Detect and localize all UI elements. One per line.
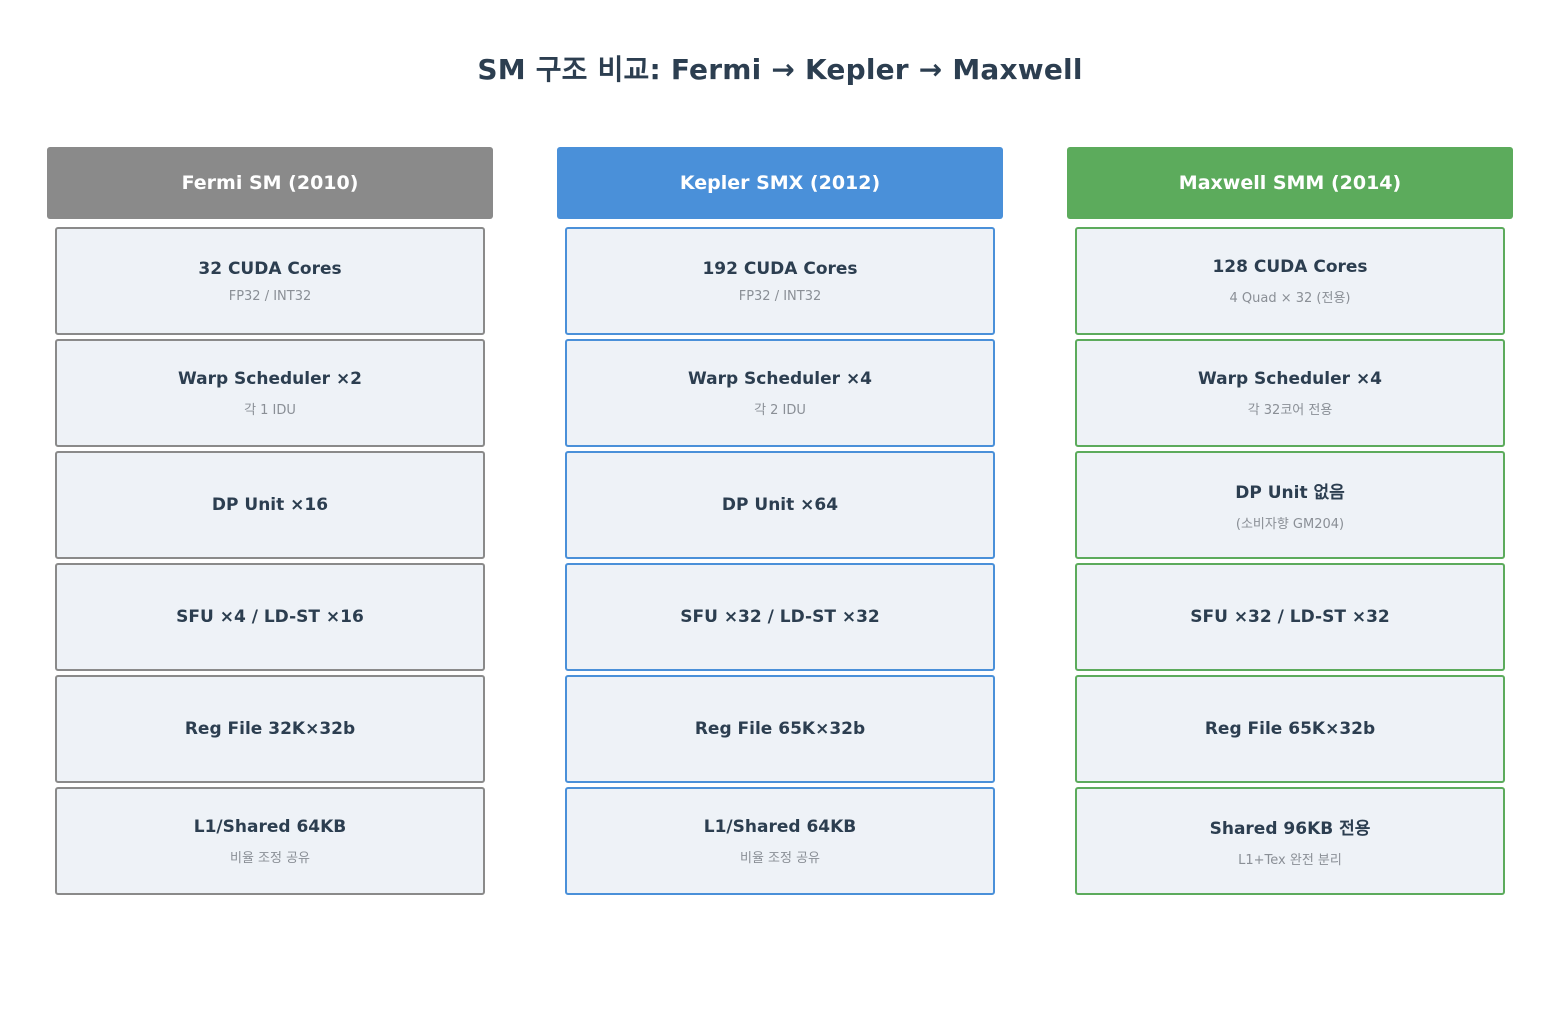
- block-title: Warp Scheduler ×2: [177, 368, 363, 389]
- column-header-fermi: Fermi SM (2010): [47, 147, 493, 219]
- block-sfu-ldst: SFU ×4 / LD-ST ×16: [55, 563, 485, 671]
- block-title: 32 CUDA Cores: [198, 258, 342, 279]
- block-title: DP Unit 없음: [1235, 483, 1345, 503]
- column-maxwell: Maxwell SMM (2014) 128 CUDA Cores 4 Quad…: [1067, 147, 1513, 899]
- block-title: Reg File 65K×32b: [1204, 719, 1376, 739]
- column-kepler: Kepler SMX (2012) 192 CUDA Cores FP32 / …: [557, 147, 1003, 899]
- block-title: SFU ×4 / LD-ST ×16: [176, 607, 364, 627]
- block-shared-memory: L1/Shared 64KB 비율 조정 공유: [55, 787, 485, 895]
- block-subtitle: 각 1 IDU: [244, 402, 296, 418]
- block-subtitle: (소비자향 GM204): [1235, 517, 1345, 532]
- block-title: SFU ×32 / LD-ST ×32: [680, 607, 880, 627]
- block-subtitle: 각 2 IDU: [754, 402, 806, 418]
- column-header-kepler: Kepler SMX (2012): [557, 147, 1003, 219]
- block-title: L1/Shared 64KB: [193, 816, 347, 837]
- block-subtitle: 4 Quad × 32 (전용): [1229, 290, 1351, 306]
- block-cuda-cores: 128 CUDA Cores 4 Quad × 32 (전용): [1075, 227, 1505, 335]
- block-shared-memory: L1/Shared 64KB 비율 조정 공유: [565, 787, 995, 895]
- block-subtitle: 비율 조정 공유: [229, 850, 311, 866]
- block-title: L1/Shared 64KB: [703, 816, 857, 837]
- block-title: 192 CUDA Cores: [702, 258, 858, 279]
- block-subtitle: 각 32코어 전용: [1247, 402, 1333, 418]
- block-subtitle: L1+Tex 완전 분리: [1238, 853, 1342, 868]
- block-title: DP Unit ×16: [211, 495, 329, 515]
- block-title: Warp Scheduler ×4: [687, 368, 873, 389]
- block-dp-unit: DP Unit ×64: [565, 451, 995, 559]
- block-shared-memory: Shared 96KB 전용 L1+Tex 완전 분리: [1075, 787, 1505, 895]
- block-title: SFU ×32 / LD-ST ×32: [1190, 607, 1390, 627]
- block-subtitle: FP32 / INT32: [228, 288, 312, 304]
- block-warp-scheduler: Warp Scheduler ×4 각 2 IDU: [565, 339, 995, 447]
- block-title: DP Unit ×64: [721, 495, 839, 515]
- block-sfu-ldst: SFU ×32 / LD-ST ×32: [565, 563, 995, 671]
- block-title: Reg File 32K×32b: [184, 719, 356, 739]
- block-subtitle: 비율 조정 공유: [739, 850, 821, 866]
- block-reg-file: Reg File 65K×32b: [565, 675, 995, 783]
- block-reg-file: Reg File 32K×32b: [55, 675, 485, 783]
- diagram-title: SM 구조 비교: Fermi → Kepler → Maxwell: [477, 53, 1083, 86]
- block-sfu-ldst: SFU ×32 / LD-ST ×32: [1075, 563, 1505, 671]
- block-subtitle: FP32 / INT32: [738, 288, 822, 304]
- block-cuda-cores: 32 CUDA Cores FP32 / INT32: [55, 227, 485, 335]
- column-header-maxwell: Maxwell SMM (2014): [1067, 147, 1513, 219]
- block-title: Warp Scheduler ×4: [1197, 368, 1383, 389]
- block-dp-unit: DP Unit ×16: [55, 451, 485, 559]
- block-title: Shared 96KB 전용: [1209, 819, 1371, 839]
- block-title: 128 CUDA Cores: [1212, 256, 1368, 277]
- block-title: Reg File 65K×32b: [694, 719, 866, 739]
- block-dp-unit: DP Unit 없음 (소비자향 GM204): [1075, 451, 1505, 559]
- block-warp-scheduler: Warp Scheduler ×2 각 1 IDU: [55, 339, 485, 447]
- block-cuda-cores: 192 CUDA Cores FP32 / INT32: [565, 227, 995, 335]
- block-warp-scheduler: Warp Scheduler ×4 각 32코어 전용: [1075, 339, 1505, 447]
- column-fermi: Fermi SM (2010) 32 CUDA Cores FP32 / INT…: [47, 147, 493, 899]
- block-reg-file: Reg File 65K×32b: [1075, 675, 1505, 783]
